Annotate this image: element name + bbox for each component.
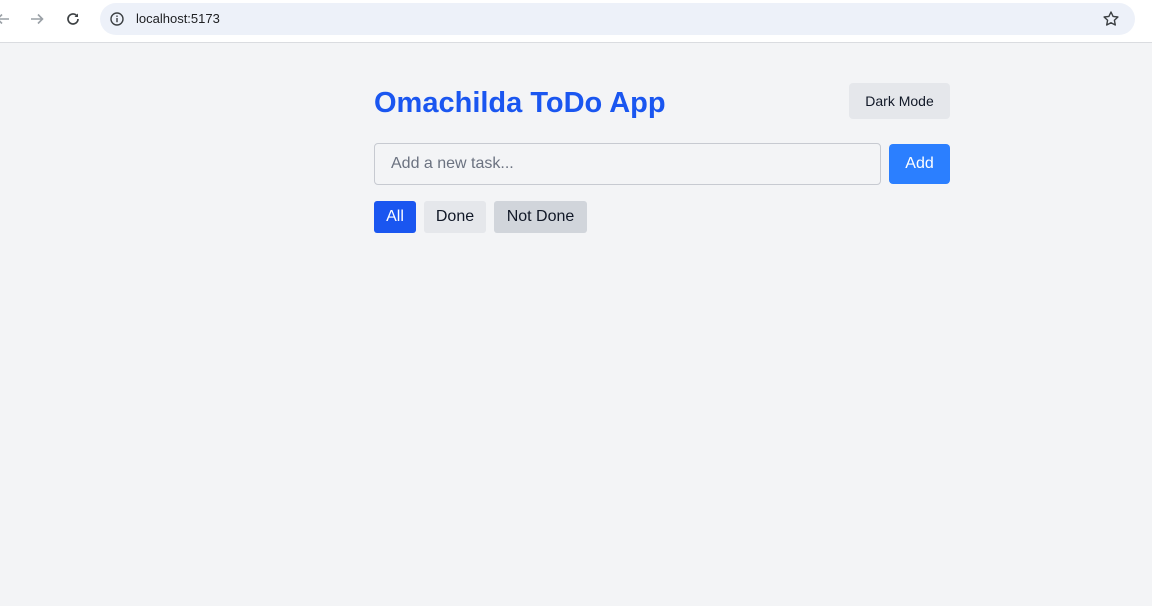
address-bar[interactable]: localhost:5173 xyxy=(100,3,1135,35)
url-text: localhost:5173 xyxy=(136,11,220,26)
info-icon[interactable] xyxy=(109,11,125,27)
dark-mode-button[interactable]: Dark Mode xyxy=(849,83,950,119)
app-title: Omachilda ToDo App xyxy=(374,87,666,119)
filter-not-done-button[interactable]: Not Done xyxy=(494,201,587,233)
filter-all-button[interactable]: All xyxy=(374,201,416,233)
bookmark-star-icon[interactable] xyxy=(1102,10,1120,28)
forward-icon[interactable] xyxy=(24,7,50,31)
filter-done-button[interactable]: Done xyxy=(424,201,486,233)
add-task-button[interactable]: Add xyxy=(889,144,950,184)
reload-icon[interactable] xyxy=(60,7,86,31)
app-header: Omachilda ToDo App Dark Mode xyxy=(374,83,950,123)
browser-toolbar: localhost:5173 xyxy=(0,0,1152,43)
new-task-input[interactable] xyxy=(374,143,881,185)
back-icon[interactable] xyxy=(0,7,16,31)
